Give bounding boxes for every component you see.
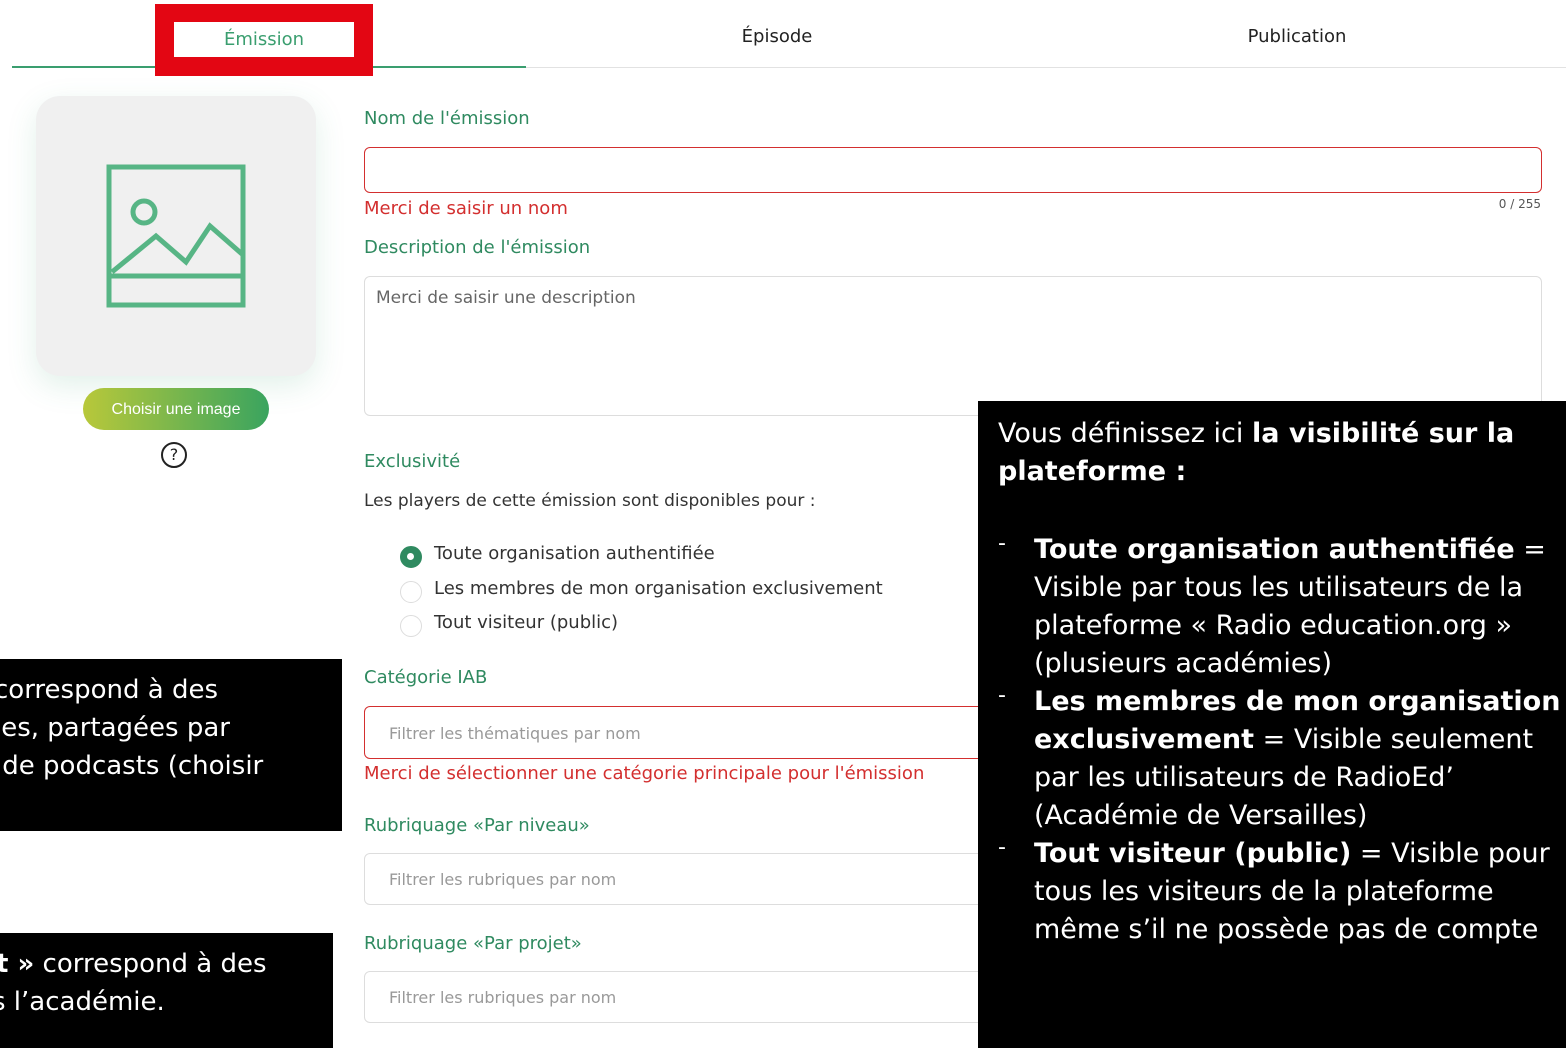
exclusivity-intro: Les players de cette émission sont dispo… [364,491,816,511]
annotation-item-bold: Toute organisation authentifiée [1034,534,1515,565]
name-input[interactable] [364,147,1542,193]
image-preview [36,96,316,376]
project-filter-input[interactable]: Filtrer les rubriques par nom [364,971,1004,1023]
annotation-project-line-1: correspond à des [34,949,267,979]
annotation-project-line-2: s l’académie. [0,987,165,1017]
description-placeholder: Merci de saisir une description [376,288,636,308]
annotation-intro-text: Vous définissez ici [998,418,1252,449]
annotation-iab-line-2: les, partagées par [0,713,230,743]
iab-error: Merci de sélectionner une catégorie prin… [364,763,925,784]
radio-public-label[interactable]: Tout visiteur (public) [434,612,618,633]
iab-placeholder: Filtrer les thématiques par nom [389,724,641,743]
iab-filter-input[interactable]: Filtrer les thématiques par nom [364,706,1004,759]
annotation-visibility: Vous définissez ici la visibilité sur la… [978,401,1566,1048]
annotation-iab-line-3: de podcasts (choisir [0,751,264,781]
annotation-iab-line-1: correspond à des [0,675,218,705]
annotation-item-authenticated: Toute organisation authentifiée = Visibl… [998,525,1566,683]
radio-members-label[interactable]: Les membres de mon organisation exclusiv… [434,578,883,599]
annotation-visibility-list: Toute organisation authentifiée = Visibl… [998,525,1566,949]
level-filter-input[interactable]: Filtrer les rubriques par nom [364,853,1004,905]
annotation-item-members: Les membres de mon organisation exclusiv… [998,677,1566,835]
radio-authenticated-label[interactable]: Toute organisation authentifiée [434,543,715,564]
tab-episode[interactable]: Épisode [660,26,894,47]
annotation-visibility-intro: Vous définissez ici la visibilité sur la… [998,415,1566,491]
radio-members[interactable] [400,581,422,603]
radio-authenticated[interactable] [400,546,422,568]
iab-label: Catégorie IAB [364,667,488,688]
tab-emission[interactable]: Émission [174,22,354,57]
choose-image-button[interactable]: Choisir une image [83,388,269,430]
name-counter: 0 / 255 [1498,197,1541,211]
name-label: Nom de l'émission [364,108,530,129]
question-circle-icon[interactable]: ? [161,442,187,468]
image-placeholder-icon [106,164,246,308]
name-error: Merci de saisir un nom [364,198,568,219]
annotation-project-bold: t » [0,949,35,979]
description-input[interactable]: Merci de saisir une description [364,276,1542,416]
project-placeholder: Filtrer les rubriques par nom [389,988,617,1007]
level-placeholder: Filtrer les rubriques par nom [389,870,617,889]
radio-public[interactable] [400,615,422,637]
project-label: Rubriquage «Par projet» [364,933,582,954]
exclusivity-label: Exclusivité [364,451,461,472]
description-label: Description de l'émission [364,237,591,258]
annotation-iab: correspond à des les, partagées par de po… [0,659,342,831]
level-label: Rubriquage «Par niveau» [364,815,590,836]
tab-publication[interactable]: Publication [1180,26,1414,47]
annotation-item-bold: Tout visiteur (public) [1034,838,1352,869]
annotation-item-public: Tout visiteur (public) = Visible pour to… [998,829,1566,949]
annotation-project: t » correspond à des s l’académie. [0,933,333,1048]
